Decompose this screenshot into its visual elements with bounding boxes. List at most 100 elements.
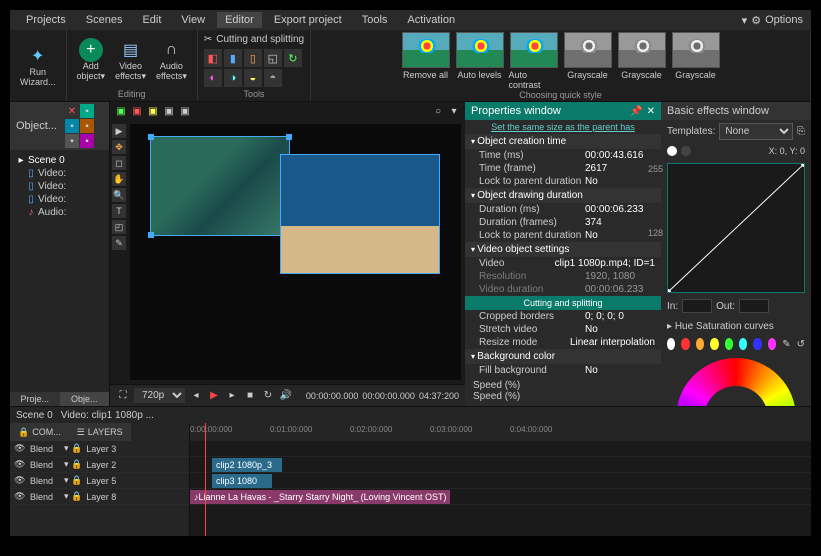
clip-video-3[interactable]: clip3 1080 (212, 474, 272, 488)
tool-split-icon[interactable]: ▮ (224, 49, 242, 67)
color-dot[interactable] (768, 338, 776, 350)
next-frame-icon[interactable]: ▸ (225, 389, 239, 403)
prop-resize-mode[interactable]: Linear interpolation (570, 337, 655, 348)
color-dot[interactable] (710, 338, 718, 350)
tool-crop-icon[interactable]: ◱ (264, 49, 282, 67)
style-grayscale-1[interactable]: Grayscale (563, 32, 613, 90)
style-auto-contrast[interactable]: Auto contrast (509, 32, 559, 90)
tab-projects[interactable]: Proje... (10, 392, 60, 406)
reset-icon[interactable]: ↺ (797, 339, 805, 350)
tool-trim-icon[interactable]: ◧ (204, 49, 222, 67)
section-drawing-duration[interactable]: Object drawing duration (465, 188, 661, 203)
color-dot[interactable] (725, 338, 733, 350)
curve-editor[interactable]: 255 128 (667, 163, 805, 293)
timeline-scene-label[interactable]: Scene 0 (16, 410, 53, 421)
tree-video-1[interactable]: ▯Video: (14, 167, 105, 180)
video-object-1[interactable] (150, 136, 290, 236)
eye-icon[interactable]: 👁 (14, 491, 26, 502)
timeline-tracks[interactable]: 0:00:00:000 0:01:00:000 0:02:00:000 0:03… (190, 423, 811, 536)
cursor-tool-icon[interactable]: ▶ (112, 124, 126, 138)
parent-size-link[interactable]: Set the same size as the parent has (465, 120, 661, 134)
style-remove-all[interactable]: Remove all (401, 32, 451, 90)
menu-scenes[interactable]: Scenes (78, 12, 131, 28)
tree-video-3[interactable]: ▯Video: (14, 193, 105, 206)
preview-tool-r2[interactable]: ▾ (447, 104, 461, 118)
preview-tool-r1[interactable]: ○ (431, 104, 445, 118)
obj-delete-icon[interactable]: ✕ (65, 104, 79, 118)
playhead[interactable] (205, 423, 206, 536)
in-input[interactable] (682, 299, 712, 313)
shape-tool-icon[interactable]: ◻ (112, 156, 126, 170)
menu-export[interactable]: Export project (266, 12, 350, 28)
stop-icon[interactable]: ■ (243, 389, 257, 403)
preview-tool-1[interactable]: ▣ (114, 104, 128, 118)
obj-btn1-icon[interactable]: ▪ (80, 104, 94, 118)
channel-dot-icon[interactable] (681, 146, 691, 156)
text-tool-icon[interactable]: T (112, 204, 126, 218)
eye-icon[interactable]: 👁 (14, 475, 26, 486)
color-dot[interactable] (739, 338, 747, 350)
menu-view[interactable]: View (173, 12, 213, 28)
style-grayscale-3[interactable]: Grayscale (671, 32, 721, 90)
preview-tool-5[interactable]: ▣ (178, 104, 192, 118)
obj-btn5-icon[interactable]: ▪ (80, 134, 94, 148)
eyedropper-icon[interactable]: ✎ (782, 339, 790, 350)
menu-projects[interactable]: Projects (18, 12, 74, 28)
timeline-ruler[interactable]: 0:00:00:000 0:01:00:000 0:02:00:000 0:03… (190, 423, 811, 441)
cutting-splitting-link[interactable]: Cutting and splitting (465, 296, 661, 310)
color-dot[interactable] (681, 338, 689, 350)
tool-d-icon[interactable]: ◓ (264, 69, 282, 87)
prop-video-file[interactable]: clip1 1080p.mp4; ID=1 (555, 258, 655, 269)
zoom-tool-icon[interactable]: 🔍 (112, 188, 126, 202)
tree-video-2[interactable]: ▯Video: (14, 180, 105, 193)
menu-tools[interactable]: Tools (354, 12, 396, 28)
section-bg-color[interactable]: Background color (465, 349, 661, 364)
style-grayscale-2[interactable]: Grayscale (617, 32, 667, 90)
prop-time-frame[interactable]: 2617 (585, 163, 655, 174)
menu-edit[interactable]: Edit (134, 12, 169, 28)
volume-icon[interactable]: 🔊 (279, 389, 293, 403)
tree-audio-1[interactable]: ♪Audio: (14, 206, 105, 219)
prop-duration-frames[interactable]: 374 (585, 217, 655, 228)
channel-dot-icon[interactable] (667, 146, 677, 156)
play-icon[interactable]: ▶ (207, 389, 221, 403)
prop-lock-parent-2[interactable]: No (585, 230, 655, 241)
section-video-settings[interactable]: Video object settings (465, 242, 661, 257)
tool-a-icon[interactable]: ◐ (204, 69, 222, 87)
add-object-button[interactable]: + Add object▾ (73, 36, 110, 84)
preview-tool-4[interactable]: ▣ (162, 104, 176, 118)
section-creation-time[interactable]: Object creation time (465, 134, 661, 149)
obj-btn2-icon[interactable]: ▪ (65, 119, 79, 133)
audio-effects-button[interactable]: ∩ Audio effects▾ (152, 36, 191, 84)
fullscreen-icon[interactable]: ⛶ (116, 389, 130, 403)
prop-fill-bg[interactable]: No (585, 365, 655, 376)
color-dot[interactable] (753, 338, 761, 350)
move-tool-icon[interactable]: ✥ (112, 140, 126, 154)
prop-duration-ms[interactable]: 00:00:06.233 (585, 204, 655, 215)
menu-activation[interactable]: Activation (399, 12, 463, 28)
clip-video-2[interactable]: clip2 1080p_3 (212, 458, 282, 472)
clip-audio[interactable]: ♪ Lianne La Havas - _Starry Starry Night… (190, 490, 450, 504)
templates-select[interactable]: None (719, 123, 793, 140)
color-dot[interactable] (667, 338, 675, 350)
prop-lock-parent-1[interactable]: No (585, 176, 655, 187)
obj-btn4-icon[interactable]: ▪ (65, 134, 79, 148)
obj-btn3-icon[interactable]: ▪ (80, 119, 94, 133)
video-effects-button[interactable]: ▤ Video effects▾ (111, 36, 150, 84)
tool-c-icon[interactable]: ◒ (244, 69, 262, 87)
prop-crop-borders[interactable]: 0; 0; 0; 0 (585, 311, 655, 322)
run-wizard-button[interactable]: ✦ Run Wizard... (16, 42, 60, 90)
tree-scene[interactable]: ▸Scene 0 (14, 154, 105, 167)
tab-objects[interactable]: Obje... (60, 392, 110, 406)
preview-tool-3[interactable]: ▣ (146, 104, 160, 118)
prev-frame-icon[interactable]: ◂ (189, 389, 203, 403)
pen-tool-icon[interactable]: ✎ (112, 236, 126, 250)
pin-icon[interactable]: 📌 (630, 106, 642, 117)
close-icon[interactable]: ✕ (647, 106, 655, 117)
tool-rotate-icon[interactable]: ↻ (284, 49, 302, 67)
tool-marker-icon[interactable]: ▯ (244, 49, 262, 67)
layer-row[interactable]: 👁Blend▾ 🔒Layer 8 (10, 489, 189, 505)
layer-row[interactable]: 👁Blend▾ 🔒Layer 5 (10, 473, 189, 489)
prop-time-ms[interactable]: 00:00:43.616 (585, 150, 655, 161)
layer-row[interactable]: 👁Blend▾ 🔒Layer 3 (10, 441, 189, 457)
